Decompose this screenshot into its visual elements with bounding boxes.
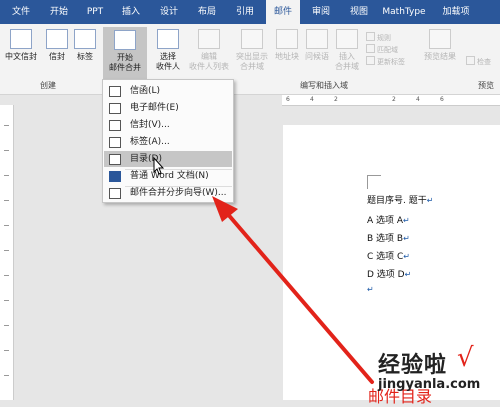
- annotation-arrow: [212, 196, 374, 384]
- watermark-text: 经验啦: [378, 352, 448, 378]
- watermark-url: jingyanla.com: [378, 377, 481, 392]
- watermark-check-icon: √: [457, 343, 474, 373]
